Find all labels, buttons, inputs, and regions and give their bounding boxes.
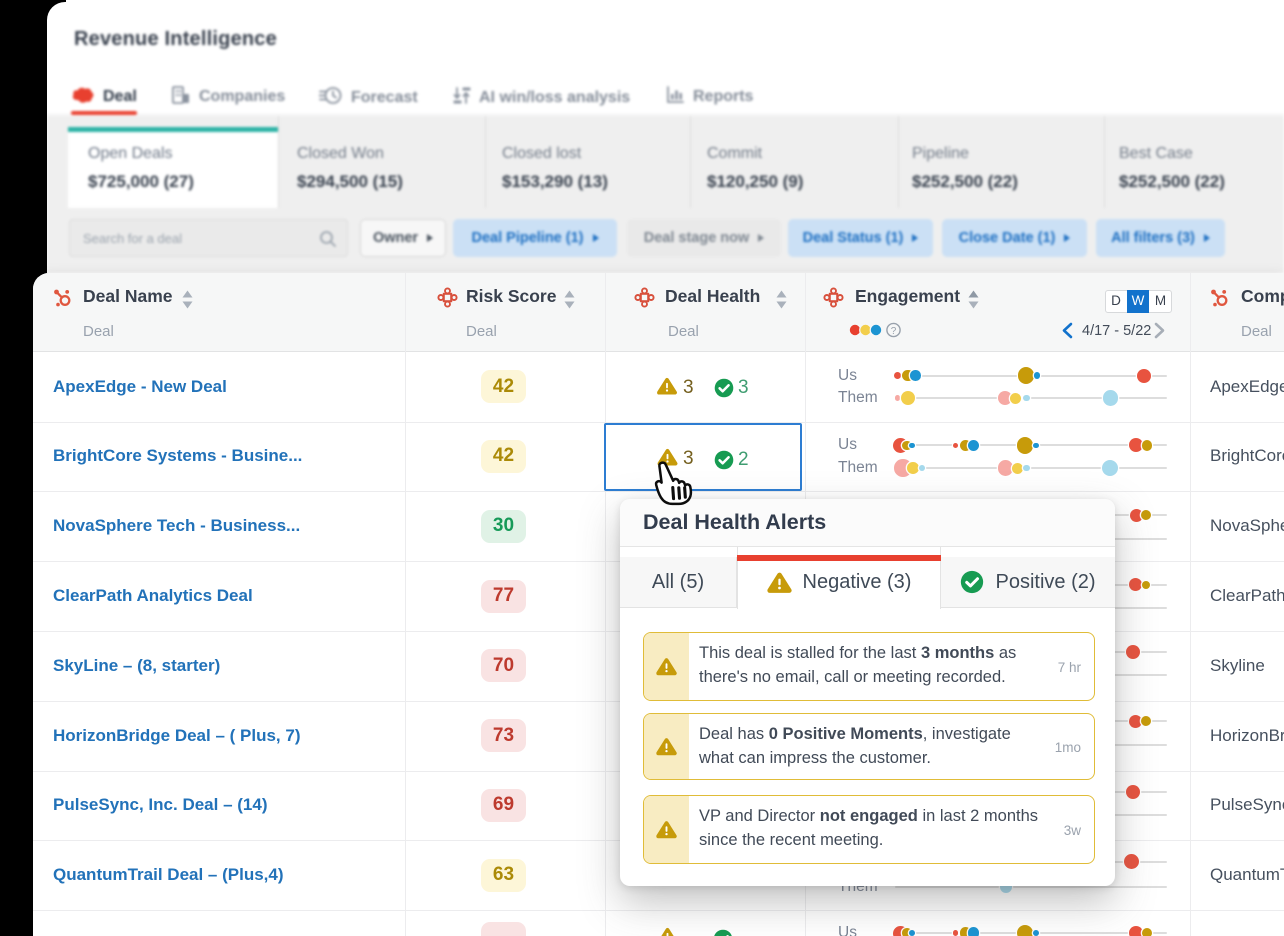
- svg-text:?: ?: [891, 326, 897, 337]
